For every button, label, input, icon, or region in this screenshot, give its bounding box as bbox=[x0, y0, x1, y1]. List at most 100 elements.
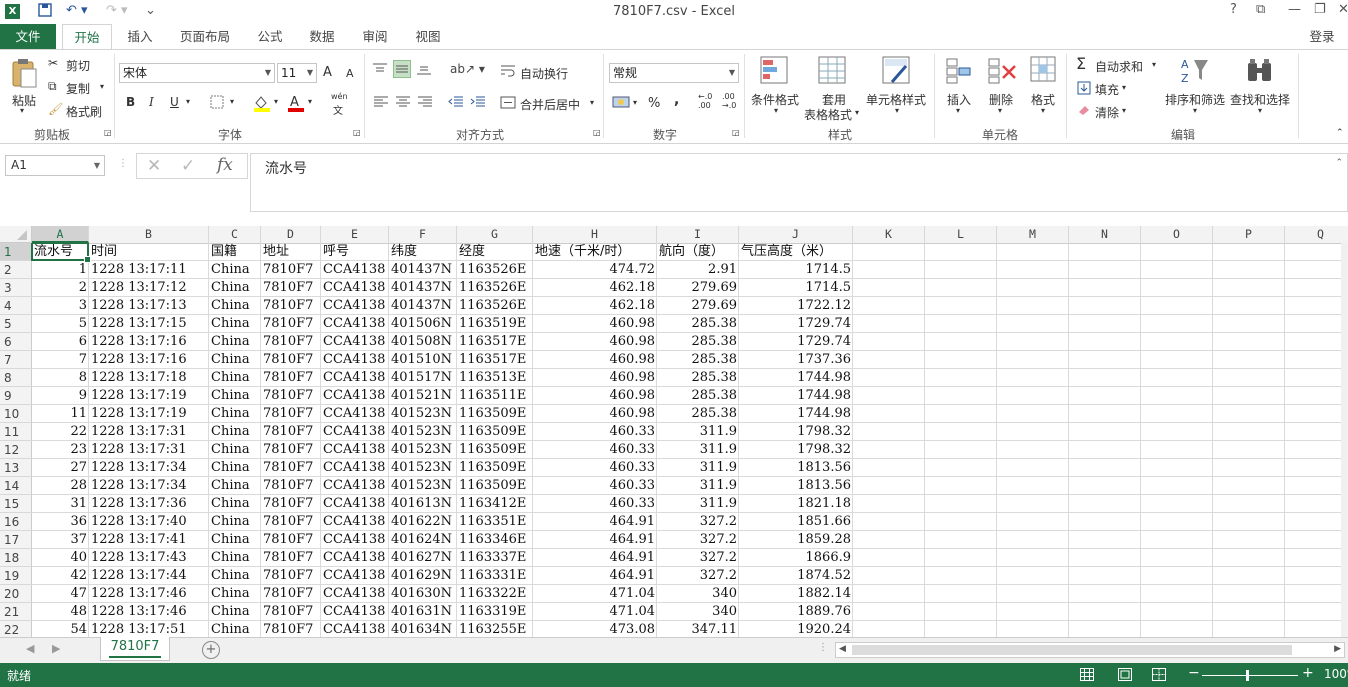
table-cell[interactable]: 1163513E bbox=[457, 369, 533, 387]
table-cell[interactable]: 27 bbox=[32, 459, 89, 477]
table-cell[interactable]: 7810F7 bbox=[261, 513, 321, 531]
autosum-icon[interactable]: Σ bbox=[1076, 54, 1086, 73]
underline-button[interactable]: U bbox=[170, 95, 179, 109]
table-cell[interactable]: 7810F7 bbox=[261, 621, 321, 637]
font-name-combo[interactable]: 宋体 ▼ bbox=[119, 63, 275, 83]
table-cell[interactable]: China bbox=[209, 603, 261, 621]
table-cell[interactable]: 1228 13:17:16 bbox=[89, 351, 209, 369]
table-cell[interactable]: 464.91 bbox=[533, 567, 657, 585]
table-cell[interactable]: China bbox=[209, 495, 261, 513]
column-header-a[interactable]: A bbox=[32, 226, 89, 243]
table-cell[interactable]: CCA4138 bbox=[321, 279, 389, 297]
table-cell[interactable]: 1744.98 bbox=[739, 387, 853, 405]
table-cell[interactable]: 401630N bbox=[389, 585, 457, 603]
table-cell[interactable]: 1228 13:17:40 bbox=[89, 513, 209, 531]
collapse-ribbon-icon[interactable]: ⌃ bbox=[1336, 128, 1344, 138]
header-cell[interactable]: 时间 bbox=[89, 243, 209, 261]
align-center-icon[interactable] bbox=[395, 96, 411, 111]
header-cell[interactable]: 地速（千米/时） bbox=[533, 243, 657, 261]
formula-input[interactable]: 流水号 ⌃ bbox=[250, 153, 1348, 212]
table-cell[interactable]: 7810F7 bbox=[261, 279, 321, 297]
enter-icon[interactable]: ✓ bbox=[181, 156, 195, 176]
table-cell[interactable]: 471.04 bbox=[533, 603, 657, 621]
border-dropdown-icon[interactable]: ▾ bbox=[230, 97, 234, 106]
table-cell[interactable]: 401624N bbox=[389, 531, 457, 549]
merge-dropdown-icon[interactable]: ▾ bbox=[590, 98, 594, 107]
table-cell[interactable]: 7810F7 bbox=[261, 333, 321, 351]
italic-button[interactable]: I bbox=[149, 95, 154, 109]
table-cell[interactable]: 460.33 bbox=[533, 459, 657, 477]
table-cell[interactable]: 279.69 bbox=[657, 297, 739, 315]
table-cell[interactable]: 1163509E bbox=[457, 423, 533, 441]
table-cell[interactable]: 347.11 bbox=[657, 621, 739, 637]
wrap-text-icon[interactable] bbox=[500, 64, 516, 81]
table-cell[interactable]: CCA4138 bbox=[321, 585, 389, 603]
table-cell[interactable]: 31 bbox=[32, 495, 89, 513]
table-cell[interactable]: 401523N bbox=[389, 441, 457, 459]
table-cell[interactable]: 2.91 bbox=[657, 261, 739, 279]
table-cell[interactable]: 1163319E bbox=[457, 603, 533, 621]
table-cell[interactable]: 401523N bbox=[389, 459, 457, 477]
number-format-combo[interactable]: 常规 ▼ bbox=[609, 63, 739, 83]
format-as-table-dropdown-icon[interactable]: ▾ bbox=[855, 108, 859, 117]
table-cell[interactable]: 464.91 bbox=[533, 531, 657, 549]
normal-view-icon[interactable] bbox=[1080, 668, 1094, 684]
align-bottom-icon[interactable] bbox=[416, 62, 432, 79]
border-icon[interactable] bbox=[210, 95, 224, 112]
table-cell[interactable]: 1228 13:17:46 bbox=[89, 603, 209, 621]
table-cell[interactable]: 1163351E bbox=[457, 513, 533, 531]
ribbon-display-icon[interactable]: ⧉ bbox=[1256, 2, 1265, 17]
table-cell[interactable]: 48 bbox=[32, 603, 89, 621]
accounting-dropdown-icon[interactable]: ▾ bbox=[633, 98, 637, 107]
table-cell[interactable]: 1228 13:17:15 bbox=[89, 315, 209, 333]
comma-button[interactable]: , bbox=[674, 92, 679, 108]
clear-button[interactable]: 清除 bbox=[1095, 104, 1119, 121]
paste-dropdown-icon[interactable]: ▾ bbox=[20, 106, 24, 115]
table-cell[interactable]: 311.9 bbox=[657, 441, 739, 459]
percent-button[interactable]: % bbox=[648, 96, 660, 111]
format-as-table-icon[interactable] bbox=[818, 56, 848, 89]
table-cell[interactable]: 327.2 bbox=[657, 531, 739, 549]
table-cell[interactable]: 1228 13:17:41 bbox=[89, 531, 209, 549]
table-cell[interactable]: 401508N bbox=[389, 333, 457, 351]
table-cell[interactable]: China bbox=[209, 423, 261, 441]
column-header-k[interactable]: K bbox=[853, 226, 925, 243]
table-cell[interactable]: China bbox=[209, 405, 261, 423]
number-launcher-icon[interactable]: ◲ bbox=[732, 128, 740, 137]
help-button[interactable]: ? bbox=[1230, 2, 1237, 17]
row-header[interactable]: 21 bbox=[0, 603, 32, 621]
table-cell[interactable]: 7810F7 bbox=[261, 477, 321, 495]
delete-cells-icon[interactable] bbox=[988, 58, 1018, 87]
zoom-slider[interactable] bbox=[1202, 670, 1298, 681]
table-cell[interactable]: 1228 13:17:12 bbox=[89, 279, 209, 297]
table-cell[interactable]: 1163255E bbox=[457, 621, 533, 637]
cell-styles-dropdown-icon[interactable]: ▾ bbox=[895, 106, 899, 115]
zoom-in-icon[interactable]: + bbox=[1302, 665, 1314, 681]
table-cell[interactable]: 7810F7 bbox=[261, 585, 321, 603]
table-cell[interactable]: 1228 13:17:46 bbox=[89, 585, 209, 603]
table-cell[interactable]: 1744.98 bbox=[739, 369, 853, 387]
fill-color-dropdown-icon[interactable]: ▾ bbox=[274, 97, 278, 106]
table-cell[interactable]: China bbox=[209, 351, 261, 369]
phonetic-button[interactable]: wén bbox=[331, 92, 348, 101]
table-cell[interactable]: CCA4138 bbox=[321, 567, 389, 585]
paste-icon[interactable] bbox=[10, 58, 38, 93]
prev-sheet-icon[interactable]: ◀ bbox=[26, 642, 34, 655]
row-header[interactable]: 22 bbox=[0, 621, 32, 637]
table-cell[interactable]: 1714.5 bbox=[739, 261, 853, 279]
header-cell[interactable]: 气压高度（米） bbox=[739, 243, 853, 261]
table-cell[interactable]: 1866.9 bbox=[739, 549, 853, 567]
table-cell[interactable]: 1163526E bbox=[457, 261, 533, 279]
table-cell[interactable]: 401437N bbox=[389, 261, 457, 279]
table-cell[interactable]: 1714.5 bbox=[739, 279, 853, 297]
table-cell[interactable]: 7810F7 bbox=[261, 531, 321, 549]
format-painter-icon[interactable]: 🖌 bbox=[48, 102, 63, 116]
table-cell[interactable]: 54 bbox=[32, 621, 89, 637]
table-cell[interactable]: 2 bbox=[32, 279, 89, 297]
autosum-dropdown-icon[interactable]: ▾ bbox=[1152, 60, 1156, 69]
table-cell[interactable]: 1813.56 bbox=[739, 459, 853, 477]
row-header[interactable]: 7 bbox=[0, 351, 32, 369]
row-header[interactable]: 5 bbox=[0, 315, 32, 333]
restore-icon[interactable]: ❐ bbox=[1314, 2, 1326, 17]
table-cell[interactable]: 401627N bbox=[389, 549, 457, 567]
